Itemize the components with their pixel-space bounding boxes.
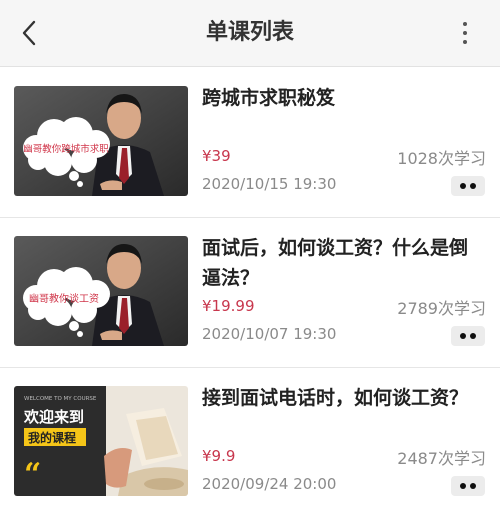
course-date: 2020/10/07 19:30 <box>202 325 337 343</box>
more-actions-button[interactable] <box>451 476 485 496</box>
dot <box>460 483 466 489</box>
learner-count: 2487次学习 <box>397 449 486 468</box>
learner-count: 1028次学习 <box>397 149 486 168</box>
course-title[interactable]: 面试后，如何谈工资？什么是倒逼法？ <box>202 233 482 293</box>
chevron-left-icon <box>22 20 36 46</box>
dot <box>463 31 467 35</box>
thumbnail-caption: 幽哥教你跨城市求职 <box>23 143 109 155</box>
dot <box>470 333 476 339</box>
more-actions-button[interactable] <box>451 176 485 196</box>
back-button[interactable] <box>14 17 44 49</box>
course-thumbnail[interactable]: WELCOME TO MY COURSE 欢迎来到 我的课程 “ <box>14 386 188 496</box>
course-thumbnail[interactable]: 幽哥教你跨城市求职 <box>14 86 188 196</box>
page-title: 单课列表 <box>205 20 294 45</box>
course-thumbnail[interactable]: 幽哥教你谈工资 <box>14 236 188 346</box>
thumbnail-caption: 幽哥教你谈工资 <box>29 292 99 305</box>
course-price: ¥9.9 <box>202 447 236 465</box>
more-options-button[interactable] <box>452 17 478 49</box>
course-date: 2020/10/15 19:30 <box>202 175 337 193</box>
dot <box>463 22 467 26</box>
course-item[interactable]: 幽哥教你谈工资 面试后，如何谈工资？什么是倒逼法？ ¥19.99 2789次学习… <box>0 217 500 367</box>
course-date: 2020/09/24 20:00 <box>202 475 337 493</box>
course-title[interactable]: 接到面试电话时，如何谈工资？ <box>202 383 482 413</box>
dot <box>460 333 466 339</box>
thumbnail-subheading: 我的课程 <box>28 430 76 445</box>
dot <box>470 183 476 189</box>
course-price: ¥19.99 <box>202 297 255 315</box>
more-actions-button[interactable] <box>451 326 485 346</box>
dot <box>460 183 466 189</box>
course-item[interactable]: WELCOME TO MY COURSE 欢迎来到 我的课程 “ 接到面试电话时… <box>0 367 500 517</box>
quote-mark-icon: “ <box>24 457 41 492</box>
thumbnail-small-caption: WELCOME TO MY COURSE <box>24 396 97 402</box>
course-item[interactable]: 幽哥教你跨城市求职 跨城市求职秘笈 ¥39 1028次学习 2020/10/15… <box>0 67 500 217</box>
course-price: ¥39 <box>202 147 231 165</box>
course-title[interactable]: 跨城市求职秘笈 <box>202 83 482 113</box>
dot <box>463 40 467 44</box>
thumbnail-heading: 欢迎来到 <box>23 408 84 426</box>
dot <box>470 483 476 489</box>
top-bar: 单课列表 <box>0 0 500 67</box>
learner-count: 2789次学习 <box>397 299 486 318</box>
